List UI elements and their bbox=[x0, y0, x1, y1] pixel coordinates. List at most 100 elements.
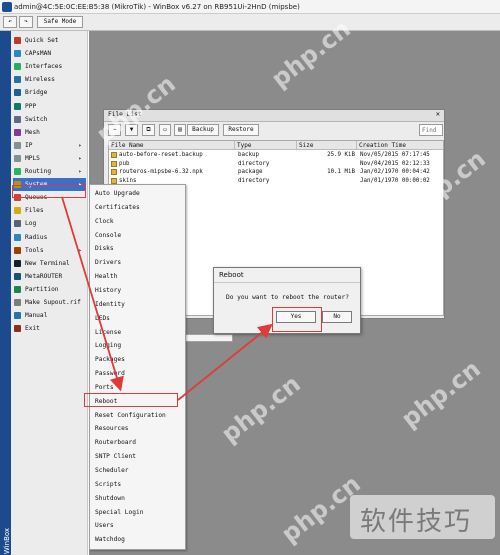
submenu-item-clock[interactable]: Clock bbox=[95, 215, 114, 228]
submenu-item-logging[interactable]: Logging bbox=[95, 339, 121, 352]
redo-icon[interactable]: ↷ bbox=[24, 18, 28, 25]
sidebar-item-label: Interfaces bbox=[25, 63, 63, 71]
partition-icon bbox=[14, 285, 21, 293]
metarouter-icon bbox=[14, 272, 21, 280]
sidebar-item-ip[interactable]: IP ▸ bbox=[13, 139, 86, 152]
sidebar-item-files[interactable]: Files bbox=[13, 204, 86, 217]
sidebar-item-mpls[interactable]: MPLS ▸ bbox=[13, 152, 86, 165]
upload-button[interactable]: ▤ bbox=[174, 124, 186, 136]
paste-button[interactable]: ▭ bbox=[159, 124, 171, 136]
sidebar-item-log[interactable]: Log bbox=[13, 217, 86, 230]
ip-icon bbox=[14, 141, 21, 149]
submenu-item-drivers[interactable]: Drivers bbox=[95, 256, 121, 269]
submenu-item-users[interactable]: Users bbox=[95, 519, 114, 532]
find-input[interactable] bbox=[419, 124, 443, 136]
sidebar-item-make-supout-rif[interactable]: Make Supout.rif bbox=[13, 296, 86, 309]
routing-icon bbox=[14, 168, 21, 175]
ppp-icon bbox=[14, 102, 21, 110]
sidebar-item-quick-set[interactable]: Quick Set bbox=[13, 34, 86, 47]
close-icon[interactable]: ✕ bbox=[436, 110, 440, 118]
switch-icon bbox=[14, 115, 21, 123]
submenu-item-license[interactable]: License bbox=[95, 326, 121, 339]
column-header-creation-time[interactable]: Creation Time bbox=[357, 141, 443, 150]
submenu-item-routerboard[interactable]: Routerboard bbox=[95, 436, 136, 449]
cell-size: 10.1 MiB bbox=[327, 169, 355, 175]
quickset-icon bbox=[14, 37, 21, 44]
submenu-item-certificates[interactable]: Certificates bbox=[95, 201, 140, 214]
sidebar-item-interfaces[interactable]: Interfaces bbox=[13, 60, 86, 73]
cell-name: pub bbox=[119, 160, 130, 167]
radius-icon bbox=[14, 233, 21, 241]
sidebar-item-label: PPP bbox=[25, 102, 37, 110]
cell-type: directory bbox=[238, 177, 270, 184]
sidebar-item-label: Radius bbox=[25, 233, 48, 241]
log-icon bbox=[14, 220, 21, 228]
sidebar-item-label: CAPsMAN bbox=[25, 50, 52, 58]
submenu-item-health[interactable]: Health bbox=[95, 270, 117, 283]
no-button[interactable]: No bbox=[322, 311, 352, 323]
winbox-app-icon bbox=[2, 2, 12, 12]
sidebar-item-bridge[interactable]: Bridge bbox=[13, 86, 86, 99]
sidebar-item-wireless[interactable]: Wireless bbox=[13, 73, 86, 86]
sidebar-item-label: Quick Set bbox=[25, 37, 59, 44]
table-row[interactable]: pub directory Nov/04/2015 02:12:33 bbox=[109, 160, 443, 168]
sidebar-item-new-terminal[interactable]: New Terminal bbox=[13, 257, 86, 270]
sidebar-item-metarouter[interactable]: MetaROUTER bbox=[13, 270, 86, 283]
sidebar-item-manual[interactable]: Manual bbox=[13, 309, 86, 322]
sidebar-item-label: Log bbox=[25, 220, 37, 228]
submenu-item-reset-configuration[interactable]: Reset Configuration bbox=[95, 409, 166, 422]
submenu-item-identity[interactable]: Identity bbox=[95, 298, 125, 311]
folder-icon bbox=[111, 177, 117, 184]
sidebar-item-capsman[interactable]: CAPsMAN bbox=[13, 47, 86, 60]
cell-type: directory bbox=[238, 160, 270, 167]
copy-icon: ⧉ bbox=[146, 126, 151, 133]
submenu-item-leds[interactable]: LEDs bbox=[95, 312, 110, 325]
manual-icon bbox=[14, 312, 21, 320]
submenu-item-scripts[interactable]: Scripts bbox=[95, 478, 121, 491]
submenu-item-password[interactable]: Password bbox=[95, 367, 125, 380]
sidebar-item-label: Partition bbox=[25, 285, 59, 293]
sidebar-item-partition[interactable]: Partition bbox=[13, 283, 86, 296]
sidebar-item-ppp[interactable]: PPP bbox=[13, 100, 86, 113]
submenu-item-resources[interactable]: Resources bbox=[95, 422, 129, 435]
sidebar-item-tools[interactable]: Tools ▸ bbox=[13, 244, 86, 257]
sidebar-item-mesh[interactable]: Mesh bbox=[13, 126, 86, 139]
main-menu: Quick Set CAPsMAN Interfaces Wireless Bridge… bbox=[11, 31, 88, 555]
bridge-icon bbox=[14, 89, 21, 97]
sidebar-item-radius[interactable]: Radius bbox=[13, 231, 86, 244]
submenu-item-scheduler[interactable]: Scheduler bbox=[95, 464, 129, 477]
backup-button[interactable]: Backup bbox=[187, 124, 219, 136]
submenu-item-history[interactable]: History bbox=[95, 284, 121, 297]
submenu-item-auto-upgrade[interactable]: Auto Upgrade bbox=[95, 187, 140, 200]
submenu-item-packages[interactable]: Packages bbox=[95, 353, 125, 366]
sidebar-item-routing[interactable]: Routing ▸ bbox=[13, 165, 86, 178]
sidebar-item-switch[interactable]: Switch bbox=[13, 113, 86, 126]
sidebar-item-label: MPLS bbox=[25, 154, 40, 162]
sidebar-item-label: MetaROUTER bbox=[25, 272, 63, 280]
annotation-box-yes bbox=[272, 307, 322, 332]
submenu-item-sntp-client[interactable]: SNTP Client bbox=[95, 450, 136, 463]
column-header-file-name[interactable]: File Name bbox=[109, 141, 235, 150]
mpls-icon bbox=[14, 154, 21, 162]
submenu-item-special-login[interactable]: Special Login bbox=[95, 506, 143, 519]
restore-button[interactable]: Restore bbox=[223, 124, 259, 136]
redo-button[interactable]: ↷ bbox=[19, 16, 33, 28]
undo-button[interactable]: ↶ bbox=[3, 16, 17, 28]
table-row[interactable]: routeros-mipsbe-6.32.npk package 10.1 MiB J… bbox=[109, 168, 443, 176]
submenu-item-disks[interactable]: Disks bbox=[95, 242, 114, 255]
table-row[interactable]: auto-before-reset.backup backup 25.9 KiB No… bbox=[109, 151, 443, 159]
sidebar-item-exit[interactable]: Exit bbox=[13, 322, 86, 335]
copy-button[interactable]: ⧉ bbox=[142, 124, 155, 136]
submenu-item-console[interactable]: Console bbox=[95, 229, 121, 242]
cell-name: auto-before-reset.backup bbox=[119, 152, 203, 158]
submenu-item-shutdown[interactable]: Shutdown bbox=[95, 492, 125, 505]
submenu-item-ports[interactable]: Ports bbox=[95, 381, 114, 394]
column-header-size[interactable]: Size bbox=[297, 141, 357, 150]
cell-time: Jan/02/1970 00:04:42 bbox=[360, 169, 430, 175]
files-icon bbox=[14, 207, 21, 215]
upload-icon: ▤ bbox=[178, 126, 182, 133]
submenu-item-watchdog[interactable]: Watchdog bbox=[95, 533, 125, 546]
column-header-type[interactable]: Type bbox=[235, 141, 297, 150]
file-icon bbox=[111, 169, 117, 175]
safe-mode-button[interactable]: Safe Mode bbox=[37, 16, 83, 28]
